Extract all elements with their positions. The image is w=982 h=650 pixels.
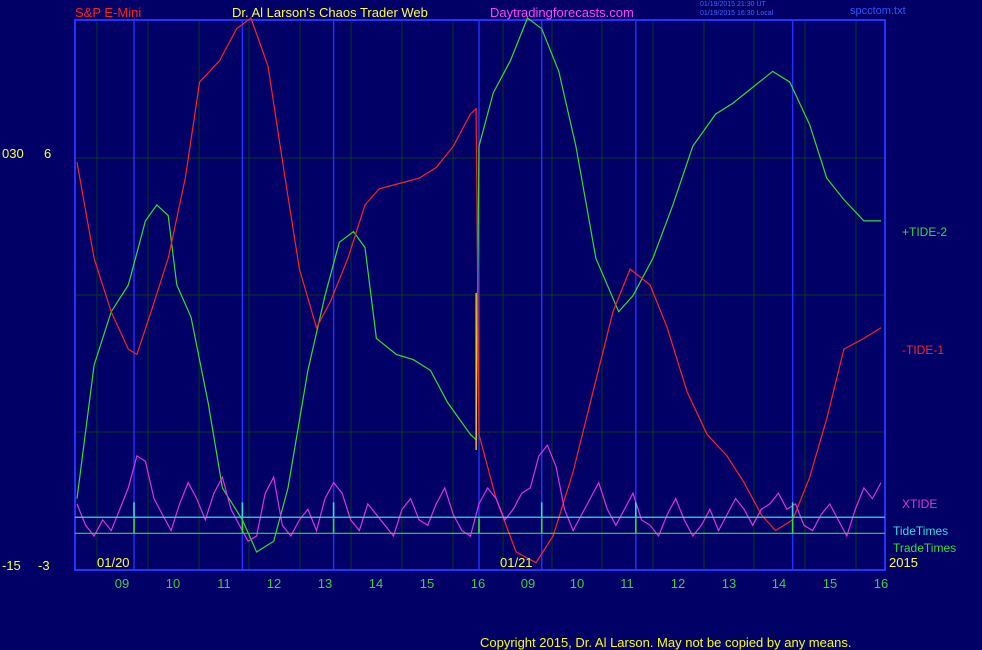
series-label-4: TradeTimes (893, 541, 956, 555)
x-tick-label-6: 15 (420, 576, 434, 591)
filename-label: spcctom.txt (850, 5, 906, 17)
x-tick-label-0: 09 (115, 576, 129, 591)
chart-title: Dr. Al Larson's Chaos Trader Web (232, 5, 428, 20)
x-tick-label-14: 15 (823, 576, 837, 591)
series-label-2: XTIDE (902, 497, 937, 511)
year-label: 2015 (889, 555, 918, 570)
y-tick-right-bottom: -3 (38, 558, 50, 573)
y-tick-left-top: 030 (2, 146, 24, 161)
x-tick-label-12: 13 (722, 576, 736, 591)
site-label: Daytradingforecasts.com (490, 5, 634, 20)
y-tick-left-bottom: -15 (2, 558, 21, 573)
x-tick-label-5: 14 (369, 576, 383, 591)
x-tick-label-7: 16 (471, 576, 485, 591)
timestamp-ut: 01/19/2015 21:30 UT (700, 1, 766, 8)
timestamp-local: 01/19/2015 16:30 Local (700, 10, 774, 17)
series-label-0: +TIDE-2 (902, 225, 947, 239)
x-tick-label-10: 11 (620, 576, 634, 591)
series-label-3: TideTimes (893, 524, 948, 538)
x-tick-label-8: 09 (521, 576, 535, 591)
x-tick-label-2: 11 (217, 576, 231, 591)
x-tick-label-15: 16 (874, 576, 888, 591)
x-tick-label-4: 13 (318, 576, 332, 591)
symbol-label: S&P E-Mini (75, 5, 142, 20)
copyright: Copyright 2015, Dr. Al Larson. May not b… (480, 635, 852, 650)
series-lines (75, 17, 885, 564)
date-label-1: 01/21 (500, 555, 533, 570)
series-label-1: -TIDE-1 (902, 343, 944, 357)
x-tick-label-13: 14 (772, 576, 786, 591)
x-tick-label-9: 10 (570, 576, 584, 591)
date-label-0: 01/20 (97, 555, 130, 570)
chart: +TIDE-2 -TIDE-1 XTIDE TideTimes TradeTimes 09… (2, 17, 956, 591)
x-tick-label-1: 10 (166, 576, 180, 591)
x-tick-label-11: 12 (671, 576, 685, 591)
x-tick-label-3: 12 (267, 576, 281, 591)
y-tick-right-top: 6 (44, 146, 51, 161)
